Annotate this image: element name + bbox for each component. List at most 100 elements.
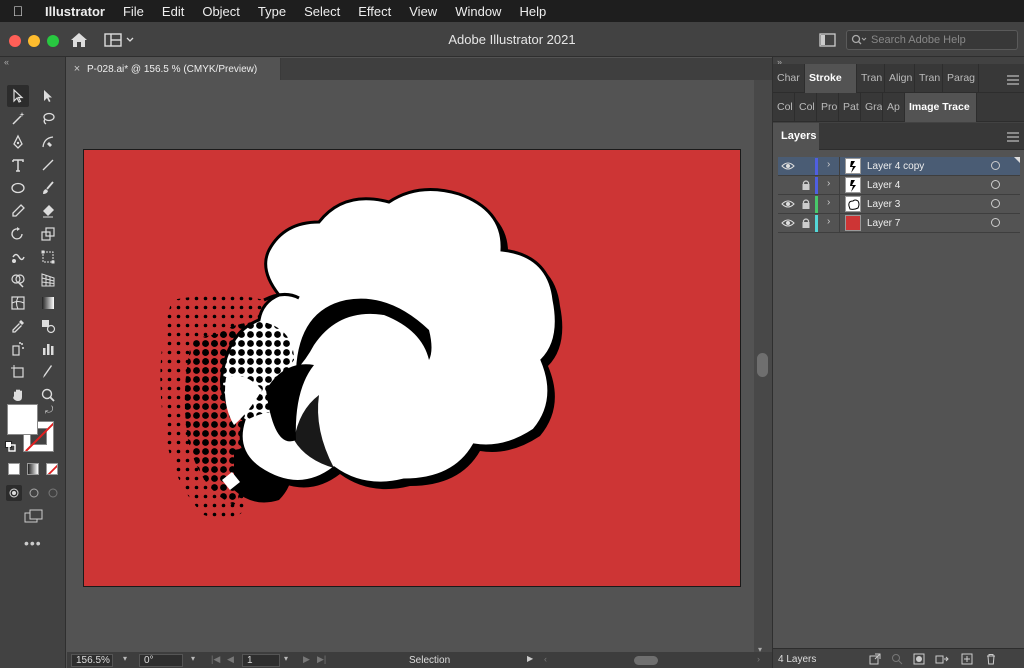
tab-align[interactable]: Align xyxy=(885,64,915,93)
rotation-field[interactable]: 0° xyxy=(139,654,183,667)
perspective-grid-tool-icon[interactable] xyxy=(37,269,59,291)
tab-transparency[interactable]: Tran xyxy=(915,64,943,93)
fill-color-swatch[interactable] xyxy=(7,404,38,435)
column-graph-tool-icon[interactable] xyxy=(37,338,59,360)
tab-color[interactable]: Col xyxy=(773,93,795,122)
gradient-mode-button[interactable] xyxy=(27,463,39,475)
layers-menu-icon[interactable] xyxy=(1007,129,1019,147)
canvas-area[interactable] xyxy=(67,80,754,652)
selection-tool-icon[interactable] xyxy=(7,85,29,107)
hscroll-right-icon[interactable]: › xyxy=(757,654,760,664)
menu-view[interactable]: View xyxy=(400,4,446,19)
tab-layers[interactable]: Layers xyxy=(773,123,819,150)
tab-gradient[interactable]: Gra xyxy=(861,93,883,122)
blend-tool-icon[interactable] xyxy=(37,315,59,337)
create-new-layer-icon[interactable] xyxy=(961,653,973,665)
type-tool-icon[interactable] xyxy=(7,154,29,176)
scale-tool-icon[interactable] xyxy=(37,223,59,245)
slice-tool-icon[interactable] xyxy=(37,361,59,383)
locate-object-icon[interactable] xyxy=(891,653,903,665)
window-close-button[interactable] xyxy=(9,35,21,47)
apple-icon[interactable]:  xyxy=(0,3,36,19)
none-mode-button[interactable] xyxy=(46,463,58,475)
menu-type[interactable]: Type xyxy=(249,4,295,19)
panel-menu-icon[interactable] xyxy=(1007,72,1019,90)
paintbrush-tool-icon[interactable] xyxy=(37,177,59,199)
trash-icon[interactable] xyxy=(985,653,997,665)
expand-chevron-icon[interactable]: › xyxy=(827,216,830,227)
menu-effect[interactable]: Effect xyxy=(349,4,400,19)
layer-row-layer-7[interactable]: › Layer 7 xyxy=(778,214,1020,233)
curvature-tool-icon[interactable] xyxy=(37,131,59,153)
tab-image-trace[interactable]: Image Trace xyxy=(905,93,977,122)
zoom-dropdown-chevron-icon[interactable]: ▾ xyxy=(123,654,127,663)
hand-tool-icon[interactable] xyxy=(7,384,29,406)
help-search-input[interactable] xyxy=(871,34,1011,46)
layer-row-layer-4-copy[interactable]: › Layer 4 copy xyxy=(778,157,1020,176)
ellipse-tool-icon[interactable] xyxy=(7,177,29,199)
expand-chevron-icon[interactable]: › xyxy=(827,159,830,170)
menu-file[interactable]: File xyxy=(114,4,153,19)
color-mode-button[interactable] xyxy=(8,463,20,475)
direct-selection-tool-icon[interactable] xyxy=(37,85,59,107)
horizontal-scrollbar-thumb[interactable] xyxy=(634,656,658,665)
layer-name[interactable]: Layer 4 copy xyxy=(867,161,924,172)
scrollbar-thumb[interactable] xyxy=(757,353,768,377)
visibility-eye-icon[interactable] xyxy=(781,160,795,172)
layer-name[interactable]: Layer 3 xyxy=(867,199,900,210)
visibility-eye-icon[interactable] xyxy=(781,217,795,229)
tab-appearance[interactable]: Ap xyxy=(883,93,905,122)
mesh-tool-icon[interactable] xyxy=(7,292,29,314)
document-tab[interactable]: × P-028.ai* @ 156.5 % (CMYK/Preview) xyxy=(67,58,281,80)
layer-row-layer-3[interactable]: › Layer 3 xyxy=(778,195,1020,214)
default-fill-stroke-icon[interactable] xyxy=(5,439,16,452)
tab-paragraph[interactable]: Parag xyxy=(943,64,979,93)
lock-icon[interactable] xyxy=(800,179,812,191)
help-search-box[interactable] xyxy=(846,30,1018,50)
gradient-tool-icon[interactable] xyxy=(37,292,59,314)
draw-inside-icon[interactable] xyxy=(45,485,61,501)
lock-icon[interactable] xyxy=(800,217,812,229)
artboard[interactable] xyxy=(83,149,741,587)
layer-target-icon[interactable] xyxy=(991,218,1000,227)
lock-icon[interactable] xyxy=(800,198,812,210)
menu-app-name[interactable]: Illustrator xyxy=(36,4,114,19)
rotation-dropdown-chevron-icon[interactable]: ▾ xyxy=(191,654,195,663)
rotate-tool-icon[interactable] xyxy=(7,223,29,245)
symbol-sprayer-tool-icon[interactable] xyxy=(7,338,29,360)
layer-target-icon[interactable] xyxy=(991,199,1000,208)
magic-wand-tool-icon[interactable] xyxy=(7,108,29,130)
free-transform-tool-icon[interactable] xyxy=(37,246,59,268)
tab-character[interactable]: Char xyxy=(773,64,805,93)
zoom-tool-icon[interactable] xyxy=(37,384,59,406)
close-document-icon[interactable]: × xyxy=(67,63,87,75)
prev-artboard-icon[interactable]: ◀ xyxy=(227,654,234,665)
menu-help[interactable]: Help xyxy=(510,4,555,19)
canvas-vertical-scrollbar[interactable]: ▾ xyxy=(754,80,772,654)
tab-color-guide[interactable]: Col xyxy=(795,93,817,122)
artboard-dropdown-chevron-icon[interactable]: ▾ xyxy=(284,654,288,663)
layer-target-icon[interactable] xyxy=(991,161,1000,170)
menu-object[interactable]: Object xyxy=(193,4,249,19)
panel-layout-icon[interactable] xyxy=(818,31,838,49)
pencil-tool-icon[interactable] xyxy=(7,200,29,222)
menu-select[interactable]: Select xyxy=(295,4,349,19)
last-artboard-icon[interactable]: ▶| xyxy=(317,654,326,665)
home-icon[interactable] xyxy=(68,30,90,50)
pen-tool-icon[interactable] xyxy=(7,131,29,153)
tab-transform[interactable]: Tran xyxy=(857,64,885,93)
draw-behind-icon[interactable] xyxy=(26,485,42,501)
edit-toolbar-icon[interactable]: ••• xyxy=(24,535,42,551)
tab-pathfinder[interactable]: Pat xyxy=(839,93,861,122)
window-minimize-button[interactable] xyxy=(28,35,40,47)
tab-properties[interactable]: Pro xyxy=(817,93,839,122)
swap-fill-stroke-icon[interactable]: ⤾ xyxy=(45,405,53,416)
workspace-switcher-button[interactable] xyxy=(104,31,138,49)
zoom-level-field[interactable]: 156.5% xyxy=(71,654,113,667)
expand-chevron-icon[interactable]: › xyxy=(827,178,830,189)
layer-name[interactable]: Layer 7 xyxy=(867,218,900,229)
layer-row-layer-4[interactable]: › Layer 4 xyxy=(778,176,1020,195)
export-icon[interactable] xyxy=(869,653,881,665)
hscroll-left-icon[interactable]: ‹ xyxy=(544,654,547,664)
shape-builder-tool-icon[interactable] xyxy=(7,269,29,291)
